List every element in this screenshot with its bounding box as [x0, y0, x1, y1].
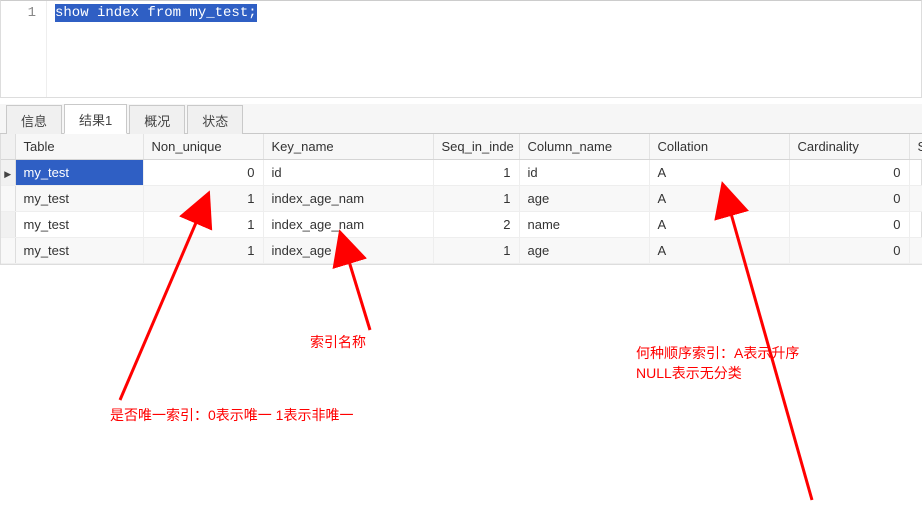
cell-table[interactable]: my_test	[15, 186, 143, 212]
tab-profile[interactable]: 概况	[129, 105, 185, 134]
tab-info[interactable]: 信息	[6, 105, 62, 134]
row-marker	[1, 238, 15, 264]
cell-key-name[interactable]: index_age	[263, 238, 433, 264]
cell-non-unique[interactable]: 1	[143, 186, 263, 212]
row-marker	[1, 212, 15, 238]
tab-result1[interactable]: 结果1	[64, 104, 127, 134]
cell-seq[interactable]: 1	[433, 160, 519, 186]
rowmark-header	[1, 134, 15, 160]
annotation-non-unique: 是否唯一索引：0表示唯一 1表示非唯一	[110, 405, 353, 425]
result-grid[interactable]: Table Non_unique Key_name Seq_in_inde Co…	[0, 134, 922, 265]
cell-key-name[interactable]: index_age_nam	[263, 186, 433, 212]
arrow-key-name	[348, 258, 370, 330]
col-seq-in-index[interactable]: Seq_in_inde	[433, 134, 519, 160]
annotation-collation-line2: NULL表示无分类	[636, 363, 742, 383]
table-row[interactable]: my_test 1 index_age 1 age A 0	[1, 238, 922, 264]
cell-table[interactable]: my_test	[15, 160, 143, 186]
col-collation[interactable]: Collation	[649, 134, 789, 160]
col-column-name[interactable]: Column_name	[519, 134, 649, 160]
cell-key-name[interactable]: index_age_nam	[263, 212, 433, 238]
sql-editor[interactable]: 1 show index from my_test;	[0, 0, 922, 98]
cell-extra	[909, 212, 922, 238]
cell-extra	[909, 186, 922, 212]
sql-statement[interactable]: show index from my_test;	[55, 4, 257, 22]
cell-cardinality[interactable]: 0	[789, 160, 909, 186]
cell-key-name[interactable]: id	[263, 160, 433, 186]
annotation-collation-line1: 何种顺序索引：A表示升序	[636, 343, 799, 363]
cell-column-name[interactable]: name	[519, 212, 649, 238]
table-row[interactable]: my_test 1 index_age_nam 1 age A 0	[1, 186, 922, 212]
row-marker	[1, 160, 15, 186]
cell-seq[interactable]: 2	[433, 212, 519, 238]
cell-non-unique[interactable]: 1	[143, 212, 263, 238]
col-non-unique[interactable]: Non_unique	[143, 134, 263, 160]
tab-status[interactable]: 状态	[187, 105, 243, 134]
col-extra[interactable]: S	[909, 134, 922, 160]
cell-column-name[interactable]: age	[519, 238, 649, 264]
cell-collation[interactable]: A	[649, 160, 789, 186]
grid-header-row: Table Non_unique Key_name Seq_in_inde Co…	[1, 134, 922, 160]
col-key-name[interactable]: Key_name	[263, 134, 433, 160]
cell-non-unique[interactable]: 0	[143, 160, 263, 186]
cell-collation[interactable]: A	[649, 186, 789, 212]
table-row[interactable]: my_test 1 index_age_nam 2 name A 0	[1, 212, 922, 238]
col-cardinality[interactable]: Cardinality	[789, 134, 909, 160]
cell-seq[interactable]: 1	[433, 238, 519, 264]
cell-column-name[interactable]: age	[519, 186, 649, 212]
cell-cardinality[interactable]: 0	[789, 212, 909, 238]
col-table[interactable]: Table	[15, 134, 143, 160]
result-tabstrip: 信息 结果1 概况 状态	[0, 104, 922, 134]
sql-text[interactable]: show index from my_test;	[47, 1, 257, 97]
annotation-key-name: 索引名称	[310, 332, 366, 352]
cell-collation[interactable]: A	[649, 238, 789, 264]
table-row[interactable]: my_test 0 id 1 id A 0	[1, 160, 922, 186]
editor-gutter: 1	[1, 1, 47, 97]
cell-cardinality[interactable]: 0	[789, 186, 909, 212]
line-number: 1	[28, 5, 36, 21]
cell-column-name[interactable]: id	[519, 160, 649, 186]
cell-seq[interactable]: 1	[433, 186, 519, 212]
cell-table[interactable]: my_test	[15, 238, 143, 264]
cell-non-unique[interactable]: 1	[143, 238, 263, 264]
cell-extra	[909, 238, 922, 264]
cell-collation[interactable]: A	[649, 212, 789, 238]
cell-cardinality[interactable]: 0	[789, 238, 909, 264]
cell-extra	[909, 160, 922, 186]
cell-table[interactable]: my_test	[15, 212, 143, 238]
row-marker	[1, 186, 15, 212]
